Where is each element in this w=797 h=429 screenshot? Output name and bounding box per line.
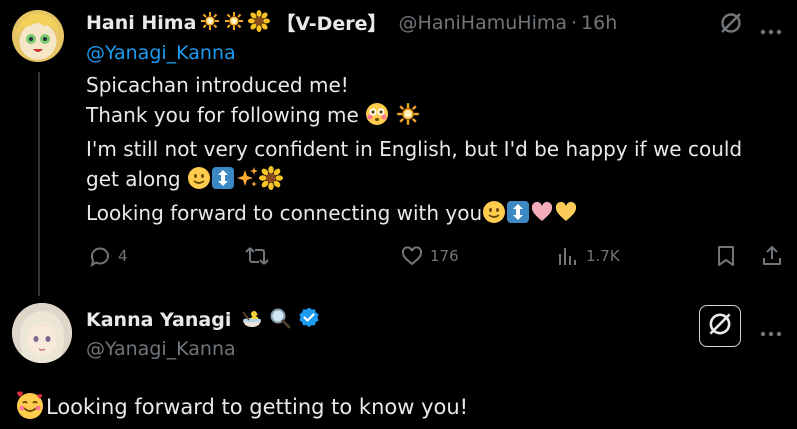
retweet-icon bbox=[244, 244, 270, 268]
avatar-hani-hima[interactable] bbox=[12, 10, 64, 62]
reply-count: 4 bbox=[118, 247, 128, 265]
sun-emoji-icon bbox=[224, 11, 244, 35]
body-line-5: Looking forward to connecting with you bbox=[86, 198, 742, 232]
retweet-button[interactable] bbox=[244, 244, 276, 268]
body-line-4: get along bbox=[86, 164, 742, 198]
reply-icon bbox=[88, 244, 112, 268]
up-down-arrow-emoji-icon bbox=[506, 200, 530, 232]
verified-badge-icon[interactable] bbox=[297, 306, 321, 334]
body-line-3: I'm still not very confident in English,… bbox=[86, 137, 743, 161]
grok-icon bbox=[706, 310, 734, 342]
view-count: 1.7K bbox=[586, 247, 620, 265]
magnifying-glass-emoji-icon bbox=[269, 307, 291, 333]
like-count: 176 bbox=[430, 247, 459, 265]
flushed-face-emoji-icon bbox=[365, 102, 389, 134]
separator-dot: · bbox=[571, 11, 578, 34]
post1-header: Hani Hima 【V-Dere】 @HaniHamuHima · 16h bbox=[86, 9, 617, 36]
views-button[interactable]: 1.7K bbox=[556, 244, 620, 268]
author-name[interactable]: Kanna Yanagi bbox=[86, 309, 231, 331]
bookmark-button[interactable] bbox=[714, 244, 738, 268]
grok-icon[interactable] bbox=[718, 10, 744, 40]
slight-smile-emoji-icon bbox=[187, 166, 211, 198]
heart-icon bbox=[400, 244, 424, 268]
author-handle[interactable]: @HaniHamuHima bbox=[399, 12, 567, 34]
pink-heart-emoji-icon bbox=[530, 200, 554, 232]
post1-body: Spicachan introduced me! Thank you for f… bbox=[86, 70, 742, 232]
reply-button[interactable]: 4 bbox=[88, 244, 128, 268]
thread-line bbox=[38, 72, 40, 296]
post2-body: Looking forward to getting to know you! bbox=[14, 389, 468, 425]
reply-text: Looking forward to getting to know you! bbox=[46, 395, 469, 419]
bookmark-icon bbox=[714, 244, 738, 268]
share-icon bbox=[760, 244, 784, 268]
post2-header: Kanna Yanagi bbox=[86, 306, 321, 334]
author-name-tag: 【V-Dere】 bbox=[276, 13, 387, 35]
author-handle[interactable]: @Yanagi_Kanna bbox=[86, 338, 236, 360]
duck-in-bowl-emoji-icon bbox=[241, 307, 263, 333]
reply-mention[interactable]: @Yanagi_Kanna bbox=[86, 42, 236, 64]
sun-emoji-icon bbox=[200, 11, 220, 35]
body-line-2-text: Thank you for following me bbox=[86, 103, 359, 127]
author-name[interactable]: Hani Hima bbox=[86, 12, 196, 34]
sunflower-emoji-icon bbox=[258, 166, 283, 198]
smiling-face-with-hearts-emoji-icon bbox=[14, 389, 46, 425]
more-options-icon[interactable] bbox=[760, 20, 782, 39]
slight-smile-emoji-icon bbox=[482, 200, 506, 232]
sparkles-emoji-icon bbox=[235, 166, 259, 198]
share-button[interactable] bbox=[760, 244, 784, 268]
more-options-icon[interactable] bbox=[760, 322, 782, 341]
post-time[interactable]: 16h bbox=[581, 12, 617, 34]
avatar-kanna-yanagi[interactable] bbox=[12, 303, 72, 363]
like-button[interactable]: 176 bbox=[400, 244, 459, 268]
body-line-1: Spicachan introduced me! bbox=[86, 73, 349, 97]
yellow-heart-emoji-icon bbox=[554, 200, 578, 232]
views-bar-chart-icon bbox=[556, 244, 580, 268]
body-line-4-text: get along bbox=[86, 167, 181, 191]
grok-button[interactable] bbox=[699, 305, 741, 347]
up-down-arrow-emoji-icon bbox=[211, 166, 235, 198]
sun-emoji-icon bbox=[396, 102, 420, 134]
sunflower-emoji-icon bbox=[248, 9, 271, 36]
body-line-5-text: Looking forward to connecting with you bbox=[86, 201, 483, 225]
body-line-2: Thank you for following me bbox=[86, 100, 742, 134]
